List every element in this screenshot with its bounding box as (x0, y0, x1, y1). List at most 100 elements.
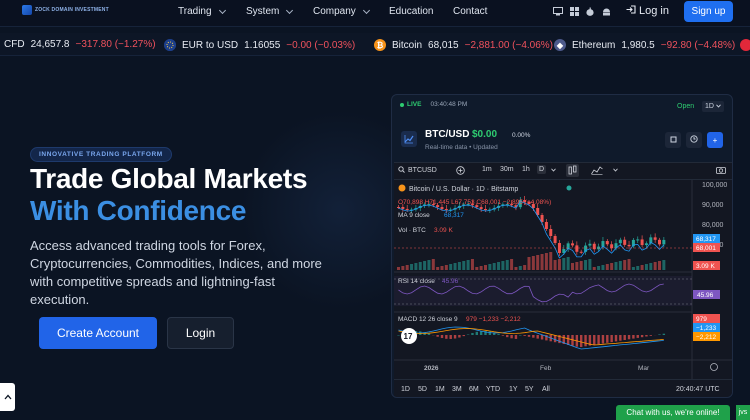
ticker-item[interactable]: EUR to USD 1.16055 −0.00 (−0.03%) (164, 39, 355, 51)
chat-button[interactable]: Chat with us, we're online! (616, 405, 730, 420)
menu-item-label: Education (389, 6, 434, 17)
coin-icon (740, 39, 750, 51)
apple-icon[interactable] (585, 7, 595, 16)
ticker-price: 1.16055 (244, 39, 281, 51)
volume-label: Vol · BTC (398, 227, 426, 234)
tradingview-chart[interactable]: BTCUSD 1m 30m 1h D 100,00090,00080,00070… (394, 162, 732, 397)
menu-item-company[interactable]: Company (313, 6, 370, 17)
macd-histogram-bar (449, 335, 452, 339)
plus-icon: + (712, 135, 718, 145)
macd-histogram-bar (440, 335, 444, 339)
volume-bar (457, 262, 461, 270)
range-6m[interactable]: 6M (469, 386, 479, 393)
candle-body (401, 207, 405, 209)
macd-values: 979 −1,233 −2,212 (466, 316, 521, 323)
ticker-name: EUR to USD (182, 39, 239, 51)
square-icon (670, 136, 677, 145)
interval-1h[interactable]: 1h (522, 166, 530, 173)
candle-body (405, 208, 409, 210)
ticker-item[interactable]: ₿ Bitcoin 68,015 −2,881.00 (−4.06%) (374, 39, 553, 51)
hero-description: Access advanced trading tools for Forex,… (30, 238, 322, 307)
range-all[interactable]: All (542, 386, 550, 393)
volume-bar (614, 262, 618, 270)
signup-button[interactable]: Sign up (684, 1, 733, 22)
volume-bar (571, 263, 574, 270)
menu-item-contact[interactable]: Contact (453, 6, 503, 17)
compare-icon[interactable] (456, 166, 465, 175)
interval-select[interactable]: 1D (702, 101, 724, 112)
android-icon[interactable] (601, 7, 611, 16)
macd-histogram-bar (649, 335, 652, 336)
volume-bar (605, 264, 609, 270)
price-tag-label: 68,317 (696, 236, 716, 243)
volume-bar (597, 266, 601, 270)
live-indicator: LIVE 03:40:48 PM (400, 101, 467, 108)
menu-item-label: Company (313, 6, 356, 17)
range-1y[interactable]: 1Y (509, 386, 518, 393)
interval-1m[interactable]: 1m (482, 166, 492, 173)
macd-histogram-bar (614, 335, 618, 342)
candle-body (658, 239, 661, 245)
hero-badge: INNOVATIVE TRADING PLATFORM (30, 147, 172, 162)
range-5y[interactable]: 5Y (525, 386, 534, 393)
menu-item-trading[interactable]: Trading (178, 6, 226, 17)
rsi-value: 45.96 (442, 278, 459, 285)
volume-bar (514, 267, 518, 270)
login-link[interactable]: Log in (626, 5, 669, 17)
logo[interactable]: ZOCK DOMAIN INVESTMENT (22, 5, 109, 15)
macd-histogram-bar (601, 335, 605, 344)
bar-style-icon[interactable] (566, 164, 579, 177)
menu-item-education[interactable]: Education (389, 6, 449, 17)
ticker-price: 24,657.8 (30, 39, 70, 50)
macd-histogram-bar (506, 335, 509, 338)
chart-canvas[interactable]: 100,00090,00080,00070,000Bitcoin / U.S. … (394, 180, 732, 379)
candle-body (636, 239, 640, 241)
history-button[interactable] (686, 132, 702, 148)
ticker-item-partial[interactable] (740, 39, 750, 51)
indicators-icon[interactable] (591, 166, 603, 175)
range-1m[interactable]: 1M (435, 386, 445, 393)
monitor-icon[interactable] (553, 7, 563, 16)
chevron-down-icon (286, 6, 294, 14)
ticker-price: 1,980.5 (621, 39, 655, 51)
price-tag-label: 3.09 K (696, 263, 715, 270)
range-1d[interactable]: 1D (401, 386, 410, 393)
time-axis-label: Mar (638, 365, 650, 372)
menu-item-label: Trading (178, 6, 212, 17)
chevron-down-icon[interactable] (551, 168, 556, 172)
volume-bar (640, 265, 644, 270)
interval-d[interactable]: D (537, 165, 547, 174)
scroll-top-button[interactable] (0, 383, 15, 411)
add-button[interactable]: + (707, 132, 723, 148)
range-3m[interactable]: 3M (452, 386, 462, 393)
chat-side-tab[interactable]: jvs (736, 405, 750, 420)
candle-body (553, 236, 557, 243)
symbol-search-value: BTCUSD (408, 167, 437, 174)
menu-item-system[interactable]: System (246, 6, 294, 17)
windows-icon[interactable] (569, 7, 579, 16)
ma-value: 68,317 (444, 212, 464, 219)
login-label: Log in (639, 5, 669, 17)
range-5d[interactable]: 5D (418, 386, 427, 393)
volume-bar (523, 265, 527, 270)
candle-body (640, 239, 644, 246)
camera-icon[interactable] (716, 166, 726, 174)
ticker-item[interactable]: ◆ Ethereum 1,980.5 −92.80 (−4.48%) (554, 39, 735, 51)
login-button[interactable]: Login (167, 317, 234, 349)
interval-30m[interactable]: 30m (500, 166, 514, 173)
stop-button[interactable] (665, 132, 681, 148)
candle-body (479, 207, 483, 210)
bitcoin-icon (398, 184, 406, 192)
macd-histogram-bar (453, 335, 457, 339)
ticker-item[interactable]: CFD 24,657.8 −317.80 (−1.27%) (4, 39, 156, 50)
symbol-search[interactable]: BTCUSD (398, 166, 437, 175)
volume-bar (436, 267, 440, 270)
volume-bar (397, 267, 400, 270)
volume-bar (488, 264, 492, 270)
volume-bar (440, 266, 444, 270)
range-ytd[interactable]: YTD (486, 386, 500, 393)
widget-time: 03:40:48 PM (430, 101, 468, 108)
create-account-button[interactable]: Create Account (39, 317, 157, 349)
chevron-down-icon[interactable] (613, 168, 618, 172)
live-dot-icon (400, 102, 404, 107)
